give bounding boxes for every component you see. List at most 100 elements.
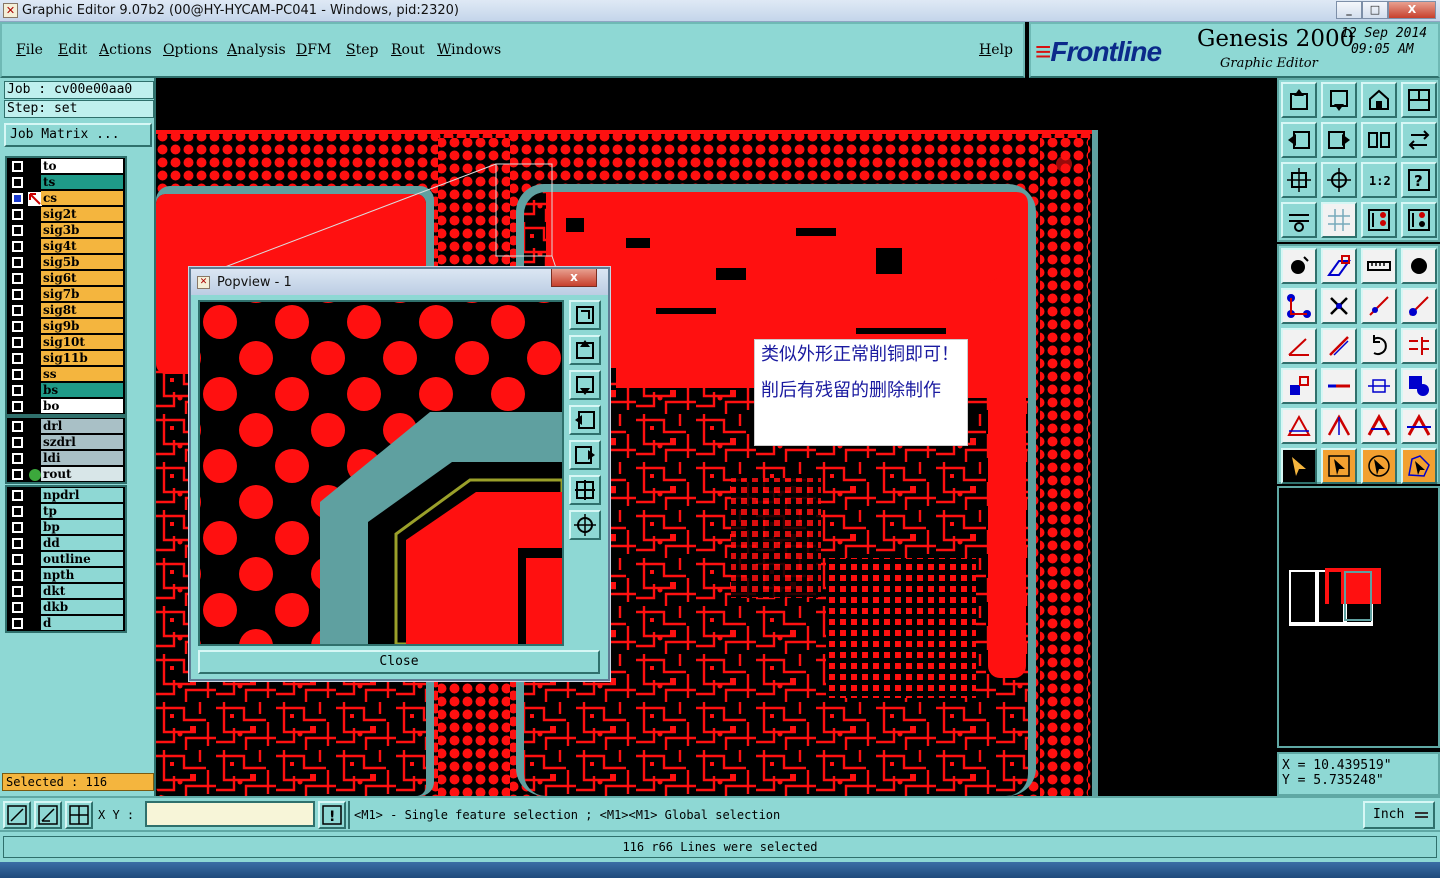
layer-name[interactable]: drl — [41, 419, 123, 433]
resize-icon[interactable] — [1361, 368, 1397, 404]
mirror-view-icon[interactable] — [1361, 122, 1397, 158]
layer-row-sig10t[interactable]: sig10t — [7, 334, 125, 350]
maximize-button[interactable]: □ — [1362, 1, 1388, 19]
close-window-button[interactable]: X — [1388, 1, 1436, 19]
layer-name[interactable]: sig6t — [41, 271, 123, 285]
connect-nodes-icon[interactable] — [1281, 288, 1317, 324]
snap-icon[interactable] — [3, 801, 31, 829]
layer-row-drl[interactable]: drl — [7, 418, 125, 434]
layer-checkbox[interactable] — [12, 369, 23, 380]
layer-name[interactable]: cs — [41, 191, 123, 205]
layer-row-d[interactable]: d — [7, 615, 125, 631]
xy-input[interactable] — [145, 801, 315, 827]
menu-dfm[interactable]: DFM — [296, 42, 331, 58]
menu-edit[interactable]: Edit — [58, 42, 87, 58]
select-pointer-icon[interactable] — [1281, 448, 1317, 484]
measure-snap-icon[interactable] — [34, 801, 62, 829]
diagonal-line-icon[interactable] — [1321, 328, 1357, 364]
layer-checkbox[interactable] — [12, 177, 23, 188]
layer-checkbox[interactable] — [12, 193, 23, 204]
layer-row-sig4t[interactable]: sig4t — [7, 238, 125, 254]
layer-row-sig2t[interactable]: sig2t — [7, 206, 125, 222]
popview-titlebar[interactable]: ✕ Popview - 1 — [191, 269, 608, 295]
layer-checkbox[interactable] — [12, 225, 23, 236]
layer-name[interactable]: bp — [41, 520, 123, 534]
popview-pan-down-button[interactable] — [569, 370, 601, 400]
layer-checkbox[interactable] — [12, 421, 23, 432]
window-layout-icon[interactable] — [1401, 82, 1437, 118]
layer-name[interactable]: dkt — [41, 584, 123, 598]
layer-toggle-icon[interactable] — [1401, 202, 1437, 238]
menu-options[interactable]: Options — [163, 42, 218, 58]
pan-up-icon[interactable] — [1281, 82, 1317, 118]
layer-name[interactable]: sig11b — [41, 351, 123, 365]
zoom-center-icon[interactable] — [1321, 162, 1357, 198]
layer-row-tp[interactable]: tp — [7, 503, 125, 519]
line-segment-icon[interactable] — [1361, 288, 1397, 324]
layer-name[interactable]: szdrl — [41, 435, 123, 449]
layer-checkbox[interactable] — [12, 602, 23, 613]
copy-shapes-icon[interactable] — [1401, 368, 1437, 404]
layer-name[interactable]: sig10t — [41, 335, 123, 349]
layer-checkbox[interactable] — [12, 554, 23, 565]
popview-new-window-button[interactable] — [569, 300, 601, 330]
layer-row-bs[interactable]: bs — [7, 382, 125, 398]
layer-row-sig11b[interactable]: sig11b — [7, 350, 125, 366]
popview-zoom-view[interactable] — [198, 300, 564, 646]
layer-name[interactable]: sig2t — [41, 207, 123, 221]
grid-icon[interactable] — [1321, 202, 1357, 238]
popview-pan-right-button[interactable] — [569, 440, 601, 470]
layer-checkbox[interactable] — [12, 538, 23, 549]
triangle-height-icon[interactable] — [1361, 408, 1397, 444]
popview-pan-up-button[interactable] — [569, 335, 601, 365]
angle-icon[interactable] — [1281, 328, 1317, 364]
layer-row-bo[interactable]: bo — [7, 398, 125, 414]
layer-checkbox[interactable] — [12, 385, 23, 396]
layer-name[interactable]: rout — [41, 467, 123, 481]
menu-help[interactable]: Help — [979, 42, 1013, 58]
warning-icon[interactable]: ! — [318, 801, 346, 829]
layer-name[interactable]: dkb — [41, 600, 123, 614]
minimize-button[interactable]: _ — [1336, 1, 1362, 19]
layer-checkbox[interactable] — [12, 241, 23, 252]
redraw-icon[interactable] — [1401, 122, 1437, 158]
layer-display-icon[interactable] — [1361, 202, 1397, 238]
layer-checkbox[interactable] — [12, 257, 23, 268]
layer-row-ss[interactable]: ss — [7, 366, 125, 382]
scale-1-2-icon[interactable]: 1:2 — [1361, 162, 1397, 198]
layer-checkbox[interactable] — [12, 522, 23, 533]
layer-name[interactable]: sig5b — [41, 255, 123, 269]
pan-left-icon[interactable] — [1281, 122, 1317, 158]
layer-checkbox[interactable] — [12, 209, 23, 220]
layer-row-cs[interactable]: cs — [7, 190, 125, 206]
layer-checkbox[interactable] — [12, 490, 23, 501]
layer-name[interactable]: npdrl — [41, 488, 123, 502]
layer-row-npth[interactable]: npth — [7, 567, 125, 583]
units-select[interactable]: Inch — [1363, 801, 1435, 829]
layer-checkbox[interactable] — [12, 321, 23, 332]
layer-row-sig7b[interactable]: sig7b — [7, 286, 125, 302]
pan-down-icon[interactable] — [1321, 82, 1357, 118]
layer-name[interactable]: ldi — [41, 451, 123, 465]
layer-row-bp[interactable]: bp — [7, 519, 125, 535]
layer-checkbox[interactable] — [12, 469, 23, 480]
layer-name[interactable]: ss — [41, 367, 123, 381]
add-pad-icon[interactable] — [1281, 248, 1317, 284]
popview-zoom-out-button[interactable] — [569, 510, 601, 540]
measure-tool-icon[interactable] — [1281, 202, 1317, 238]
layer-row-ts[interactable]: ts — [7, 174, 125, 190]
layer-row-sig5b[interactable]: sig5b — [7, 254, 125, 270]
layer-checkbox[interactable] — [12, 437, 23, 448]
popview-close-button[interactable]: Close — [198, 650, 600, 674]
layer-name[interactable]: bo — [41, 399, 123, 413]
select-circle-icon[interactable] — [1361, 448, 1397, 484]
layer-checkbox[interactable] — [12, 273, 23, 284]
layer-row-dkb[interactable]: dkb — [7, 599, 125, 615]
popview-window[interactable]: ✕ Popview - 1 x Close — [189, 267, 610, 681]
layer-row-sig3b[interactable]: sig3b — [7, 222, 125, 238]
layer-checkbox[interactable] — [12, 618, 23, 629]
add-circle-icon[interactable] — [1401, 248, 1437, 284]
layer-row-dd[interactable]: dd — [7, 535, 125, 551]
triangle-icon[interactable] — [1281, 408, 1317, 444]
split-icon[interactable] — [1401, 328, 1437, 364]
